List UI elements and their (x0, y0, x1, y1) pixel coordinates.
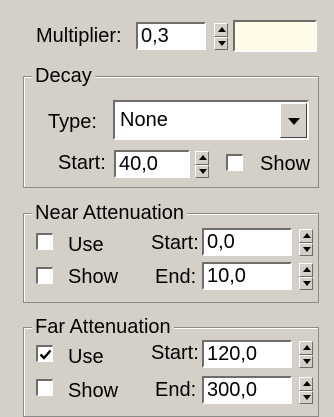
far-start-label: Start: (151, 342, 199, 364)
spinner-up-icon[interactable] (195, 151, 209, 165)
decay-type-value: None (120, 109, 168, 131)
far-end-input[interactable]: 300,0 (202, 376, 292, 404)
multiplier-label: Multiplier: (36, 25, 122, 47)
far-use-checkbox[interactable] (36, 345, 53, 362)
near-end-spinner[interactable] (299, 263, 313, 290)
spinner-down-icon[interactable] (299, 354, 313, 368)
near-end-label: End: (155, 266, 197, 288)
decay-type-label: Type: (48, 111, 97, 133)
near-show-label: Show (68, 266, 119, 288)
spinner-up-icon[interactable] (299, 229, 313, 243)
decay-start-input[interactable]: 40,0 (114, 150, 190, 178)
near-end-input[interactable]: 10,0 (202, 262, 292, 290)
checkmark-icon (39, 349, 51, 360)
multiplier-spinner[interactable] (214, 23, 228, 50)
decay-show-checkbox[interactable] (226, 154, 243, 171)
spinner-down-icon[interactable] (195, 164, 209, 178)
far-use-label: Use (68, 346, 104, 368)
near-use-checkbox[interactable] (36, 233, 53, 250)
near-start-input[interactable]: 0,0 (202, 228, 292, 256)
decay-title: Decay (32, 66, 95, 86)
near-start-label: Start: (151, 232, 199, 254)
near-start-spinner[interactable] (299, 229, 313, 256)
near-use-label: Use (68, 234, 104, 256)
far-start-spinner[interactable] (299, 341, 313, 368)
near-attenuation-title: Near Attenuation (32, 203, 187, 223)
decay-start-label: Start: (58, 152, 106, 174)
multiplier-input[interactable]: 0,3 (136, 22, 206, 50)
far-end-spinner[interactable] (299, 377, 313, 404)
decay-show-label: Show (260, 153, 311, 175)
far-show-label: Show (68, 380, 119, 402)
spinner-up-icon[interactable] (214, 23, 228, 37)
spinner-down-icon[interactable] (214, 36, 228, 50)
far-start-input[interactable]: 120,0 (202, 340, 292, 368)
spinner-up-icon[interactable] (299, 263, 313, 277)
color-swatch[interactable] (233, 20, 317, 52)
spinner-down-icon[interactable] (299, 276, 313, 290)
chevron-down-icon[interactable] (280, 103, 307, 138)
far-show-checkbox[interactable] (36, 379, 53, 396)
decay-start-spinner[interactable] (195, 151, 209, 178)
far-end-label: End: (155, 379, 197, 401)
spinner-down-icon[interactable] (299, 390, 313, 404)
spinner-up-icon[interactable] (299, 341, 313, 355)
near-show-checkbox[interactable] (36, 267, 53, 284)
far-attenuation-title: Far Attenuation (32, 317, 174, 337)
spinner-up-icon[interactable] (299, 377, 313, 391)
spinner-down-icon[interactable] (299, 242, 313, 256)
